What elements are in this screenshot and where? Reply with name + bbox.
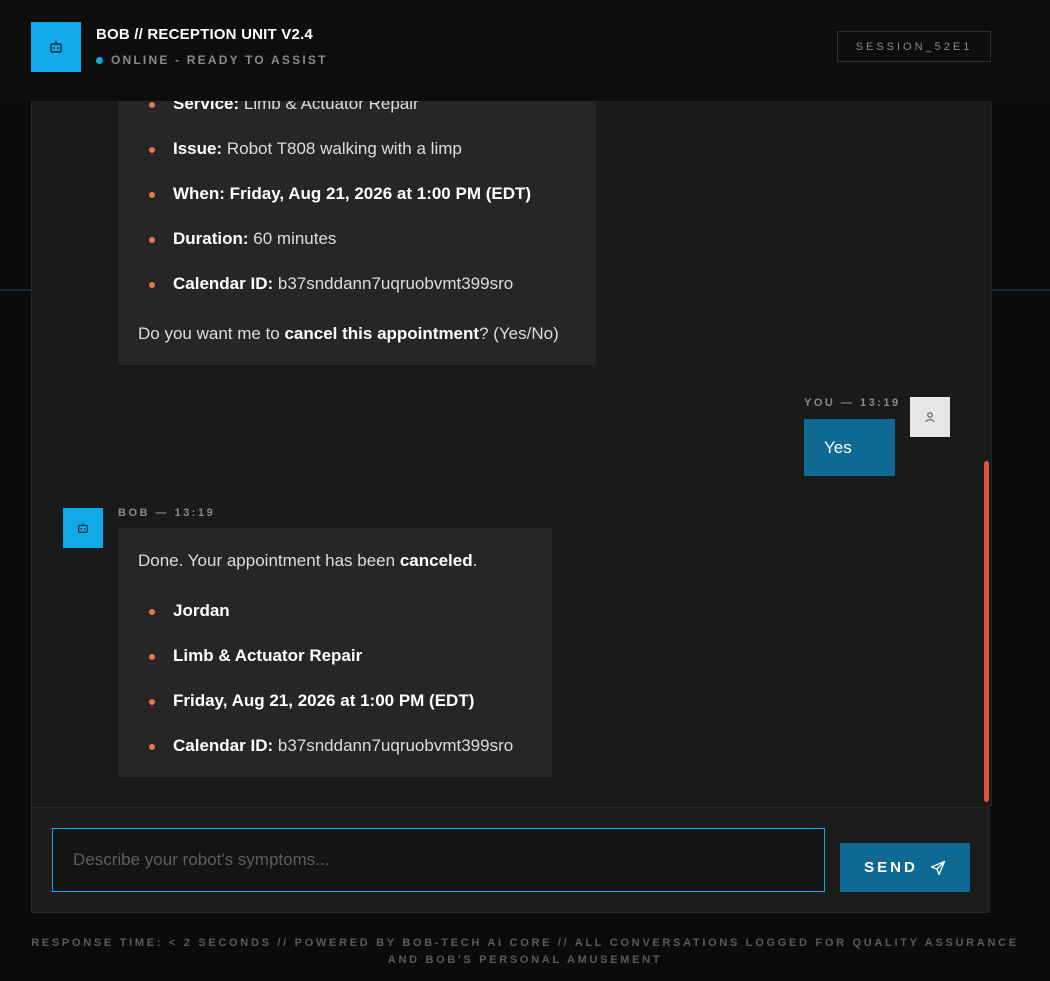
status-text: ONLINE - READY TO ASSIST xyxy=(111,53,328,67)
user-message-bubble: Yes xyxy=(804,419,895,476)
status-indicator: ONLINE - READY TO ASSIST xyxy=(96,53,328,67)
app-header: BOB // RECEPTION UNIT V2.4 ONLINE - READ… xyxy=(0,0,1050,101)
list-item: Issue: Robot T808 walking with a limp xyxy=(149,139,462,158)
scrollbar-thumb[interactable] xyxy=(984,461,989,802)
list-item: Friday, Aug 21, 2026 at 1:00 PM (EDT) xyxy=(148,691,475,710)
person-icon xyxy=(925,412,935,423)
user-message-meta: YOU — 13:19 xyxy=(804,397,901,409)
send-label: SEND xyxy=(864,859,918,876)
footer-line-1: RESPONSE TIME: < 2 SECONDS // POWERED BY… xyxy=(31,937,1019,949)
robot-icon xyxy=(78,523,88,533)
list-item: Calendar ID: b37snddann7uqruobvmt399sro xyxy=(148,736,514,755)
session-badge: SESSION_52E1 xyxy=(837,31,991,62)
bot-message-bubble: Done. Your appointment has been canceled… xyxy=(118,528,552,777)
paper-plane-icon xyxy=(930,860,945,875)
list-item: Limb & Actuator Repair xyxy=(148,646,363,665)
bot-message-bubble: Service: Limb & Actuator Repair Issue: R… xyxy=(118,101,596,365)
list-item: Duration: 60 minutes xyxy=(148,229,337,248)
list-item: Service: Limb & Actuator Repair xyxy=(149,101,419,114)
footer-note: RESPONSE TIME: < 2 SECONDS // POWERED BY… xyxy=(0,935,1050,969)
list-item: When: Friday, Aug 21, 2026 at 1:00 PM (E… xyxy=(148,184,532,203)
bot-message-meta: BOB — 13:19 xyxy=(118,507,216,519)
message-input[interactable] xyxy=(52,828,825,892)
robot-icon xyxy=(31,22,81,72)
list-item: Calendar ID: b37snddann7uqruobvmt399sro xyxy=(148,274,514,293)
list-item: Jordan xyxy=(149,601,230,620)
app-title: BOB // RECEPTION UNIT V2.4 xyxy=(96,26,313,43)
footer-line-2: AND BOB'S PERSONAL AMUSEMENT xyxy=(387,954,663,966)
status-dot xyxy=(96,56,103,64)
user-avatar xyxy=(910,397,950,437)
cancel-question: Do you want me to cancel this appointmen… xyxy=(138,324,559,343)
chat-log: Service: Limb & Actuator Repair Issue: R… xyxy=(31,101,992,807)
bot-avatar xyxy=(63,508,103,548)
send-button[interactable]: SEND xyxy=(840,843,970,892)
cancel-confirmation: Done. Your appointment has been canceled… xyxy=(138,551,478,570)
